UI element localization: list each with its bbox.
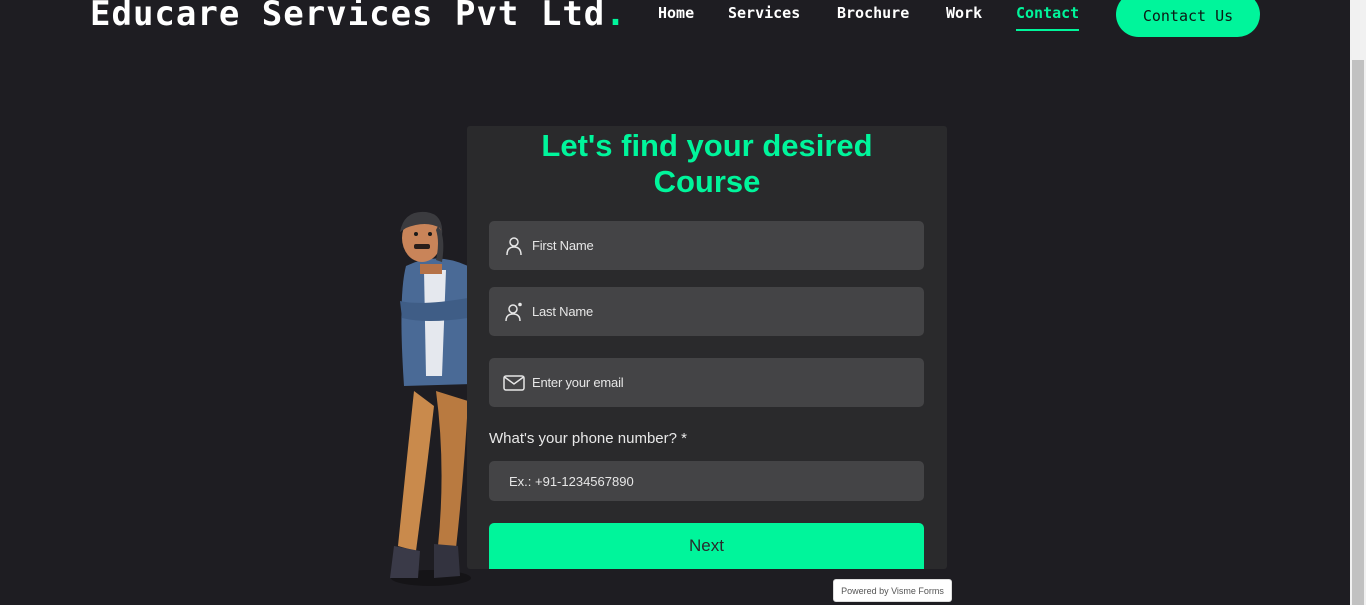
- last-name-field[interactable]: Last Name: [489, 287, 924, 336]
- form-title-line1: Let's find your desired: [541, 128, 873, 163]
- phone-label: What's your phone number? *: [489, 430, 687, 447]
- first-name-placeholder: First Name: [532, 238, 594, 253]
- form-title: Let's find your desired Course: [467, 128, 947, 200]
- nav-work[interactable]: Work: [946, 4, 982, 22]
- scrollbar-thumb[interactable]: [1352, 60, 1364, 605]
- nav-contact[interactable]: Contact: [1016, 4, 1080, 31]
- form-title-line2: Course: [653, 164, 761, 199]
- email-field[interactable]: Enter your email: [489, 358, 924, 407]
- nav-services[interactable]: Services: [728, 4, 800, 22]
- user-plus-icon: [503, 301, 525, 323]
- phone-field[interactable]: Ex.: +91-1234567890: [489, 461, 924, 501]
- phone-placeholder: Ex.: +91-1234567890: [509, 473, 634, 489]
- next-button[interactable]: Next: [489, 523, 924, 569]
- nav-brochure[interactable]: Brochure: [837, 4, 909, 22]
- powered-by-badge[interactable]: Powered by Visme Forms: [833, 579, 952, 602]
- contact-us-button[interactable]: Contact Us: [1116, 0, 1260, 37]
- nav-home[interactable]: Home: [658, 4, 694, 22]
- last-name-placeholder: Last Name: [532, 304, 594, 319]
- user-icon: [503, 235, 525, 257]
- brand-name: Educare Services Pvt Ltd: [90, 0, 606, 34]
- brand-dot: .: [605, 0, 627, 34]
- scrollbar[interactable]: [1350, 0, 1366, 605]
- email-placeholder: Enter your email: [532, 375, 624, 390]
- mail-icon: [503, 372, 525, 394]
- course-form: Let's find your desired Course First Nam…: [467, 126, 947, 569]
- brand-logo[interactable]: Educare Services Pvt Ltd.: [90, 0, 627, 34]
- first-name-field[interactable]: First Name: [489, 221, 924, 270]
